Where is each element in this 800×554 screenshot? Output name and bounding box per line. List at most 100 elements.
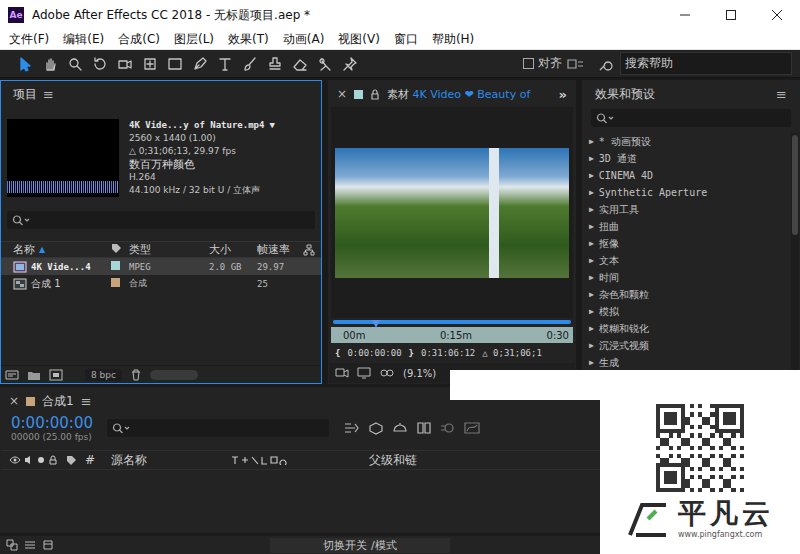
time-ruler[interactable]: 00m0:15m0:30 bbox=[329, 318, 575, 343]
tool-button[interactable] bbox=[14, 54, 36, 74]
comp-mini-flowchart-icon[interactable] bbox=[343, 421, 361, 435]
menu-item[interactable]: 合成(C) bbox=[111, 30, 167, 49]
in-time[interactable]: 0:00:00:00 bbox=[347, 348, 401, 358]
menu-item[interactable]: 视图(V) bbox=[331, 30, 387, 49]
column-header[interactable] bbox=[111, 243, 129, 257]
effect-category[interactable]: ▶扭曲 bbox=[589, 218, 791, 235]
audio-icon[interactable] bbox=[24, 455, 34, 465]
timeline-tab[interactable]: 合成1 bbox=[42, 393, 74, 410]
label-color[interactable] bbox=[111, 277, 129, 290]
effect-category[interactable]: ▶文本 bbox=[589, 252, 791, 269]
magnification-dropdown[interactable]: (9.1%) bbox=[403, 368, 436, 379]
vertical-scrollbar[interactable] bbox=[791, 133, 799, 383]
set-in-button[interactable]: { bbox=[335, 348, 340, 358]
toggle-switches-modes-button[interactable]: 切换开关 /模式 bbox=[270, 538, 450, 553]
menu-item[interactable]: 图层(L) bbox=[167, 30, 221, 49]
tab-close-button[interactable]: × bbox=[9, 394, 19, 408]
table-row[interactable]: 合成 1合成25 bbox=[1, 275, 321, 292]
close-button[interactable] bbox=[754, 0, 800, 30]
column-header[interactable]: 名称 ▲ bbox=[5, 242, 111, 257]
out-time[interactable]: 0:31:06:12 bbox=[421, 348, 475, 358]
column-header[interactable]: 类型 bbox=[129, 242, 209, 257]
effect-category[interactable]: ▶生成 bbox=[589, 354, 791, 371]
playhead[interactable] bbox=[372, 320, 380, 342]
minimize-button[interactable] bbox=[662, 0, 708, 30]
work-area-bar[interactable] bbox=[333, 320, 571, 324]
tool-button[interactable] bbox=[164, 54, 186, 74]
timecode[interactable]: 0:00:00:00 bbox=[11, 414, 93, 432]
menu-item[interactable]: 动画(A) bbox=[276, 30, 332, 49]
effect-category[interactable]: ▶CINEMA 4D bbox=[589, 167, 791, 184]
panel-menu-button[interactable]: ≡ bbox=[776, 87, 787, 102]
timing-icon[interactable] bbox=[42, 539, 54, 551]
effect-category[interactable]: ▶时间 bbox=[589, 269, 791, 286]
tool-button[interactable] bbox=[139, 54, 161, 74]
column-header[interactable]: 父级和链 bbox=[369, 452, 417, 469]
bit-depth-button[interactable]: 8 bpc bbox=[85, 369, 122, 381]
tab-close-button[interactable]: × bbox=[337, 87, 347, 101]
effect-category[interactable]: ▶* 动画预设 bbox=[589, 133, 791, 150]
mask-icon[interactable] bbox=[379, 367, 395, 379]
tool-button[interactable] bbox=[264, 54, 286, 74]
effect-category[interactable]: ▶模拟 bbox=[589, 303, 791, 320]
horizontal-scrollbar[interactable] bbox=[150, 370, 198, 380]
tool-button[interactable] bbox=[339, 54, 361, 74]
column-header[interactable]: 大小 bbox=[209, 242, 257, 257]
tab-overflow-button[interactable]: » bbox=[559, 87, 567, 102]
effect-category[interactable]: ▶Synthetic Aperture bbox=[589, 184, 791, 201]
set-out-button[interactable]: } bbox=[409, 348, 414, 358]
lock-icon[interactable] bbox=[48, 455, 58, 465]
panel-menu-button[interactable]: ≡ bbox=[81, 394, 92, 409]
panel-menu-button[interactable]: ≡ bbox=[43, 87, 54, 102]
label-color[interactable] bbox=[111, 260, 129, 273]
footage-dropdown[interactable]: ▼ bbox=[269, 119, 274, 132]
layer-switches-icon[interactable] bbox=[6, 539, 18, 551]
tool-button[interactable] bbox=[189, 54, 211, 74]
tool-button[interactable] bbox=[114, 54, 136, 74]
trash-icon[interactable] bbox=[130, 369, 142, 381]
effect-category[interactable]: ▶抠像 bbox=[589, 235, 791, 252]
tool-button[interactable] bbox=[314, 54, 336, 74]
tool-button[interactable] bbox=[214, 54, 236, 74]
layer-switch-icons[interactable] bbox=[231, 455, 289, 465]
column-header[interactable] bbox=[303, 244, 319, 256]
label-tag-icon[interactable] bbox=[66, 455, 77, 466]
folder-icon[interactable] bbox=[27, 369, 41, 381]
effect-category[interactable]: ▶杂色和颗粒 bbox=[589, 286, 791, 303]
monitor-icon[interactable] bbox=[357, 367, 371, 379]
tool-button[interactable] bbox=[289, 54, 311, 74]
transfer-controls-icon[interactable] bbox=[24, 539, 36, 551]
lock-icon[interactable] bbox=[370, 89, 380, 100]
effect-category[interactable]: ▶模糊和锐化 bbox=[589, 320, 791, 337]
column-header[interactable]: # bbox=[85, 453, 103, 467]
layer-search[interactable] bbox=[107, 419, 329, 437]
help-search-field[interactable]: 搜索帮助 bbox=[620, 52, 792, 75]
menu-item[interactable]: 编辑(E) bbox=[56, 30, 111, 49]
tool-button[interactable] bbox=[89, 54, 111, 74]
tool-button[interactable] bbox=[39, 54, 61, 74]
tool-button[interactable] bbox=[64, 54, 86, 74]
table-row[interactable]: 4K Vide...4MPEG2.0 GB29.97 bbox=[1, 258, 321, 275]
menu-item[interactable]: 效果(T) bbox=[221, 30, 276, 49]
interpret-footage-icon[interactable] bbox=[5, 369, 19, 381]
effects-search[interactable] bbox=[591, 109, 791, 127]
solo-icon[interactable] bbox=[37, 455, 45, 465]
snap-checkbox[interactable] bbox=[523, 58, 534, 69]
snap-options-icon[interactable] bbox=[566, 57, 584, 71]
effect-category[interactable]: ▶实用工具 bbox=[589, 201, 791, 218]
graph-editor-icon[interactable] bbox=[463, 421, 481, 435]
project-search[interactable] bbox=[7, 211, 315, 229]
shy-icon[interactable] bbox=[391, 421, 409, 435]
draft-3d-icon[interactable] bbox=[367, 421, 385, 435]
viewer-tab[interactable]: 素材 4K Video ❤ Beauty of bbox=[387, 87, 552, 102]
effect-category[interactable]: ▶3D 通道 bbox=[589, 150, 791, 167]
motion-blur-icon[interactable] bbox=[439, 421, 457, 435]
maximize-button[interactable] bbox=[708, 0, 754, 30]
tool-button[interactable] bbox=[239, 54, 261, 74]
menu-item[interactable]: 帮助(H) bbox=[425, 30, 481, 49]
column-header[interactable]: 帧速率 bbox=[257, 242, 303, 257]
always-preview-icon[interactable] bbox=[335, 367, 349, 379]
menu-item[interactable]: 文件(F) bbox=[2, 30, 56, 49]
new-composition-icon[interactable] bbox=[49, 369, 63, 381]
column-header[interactable]: 源名称 bbox=[111, 452, 223, 469]
